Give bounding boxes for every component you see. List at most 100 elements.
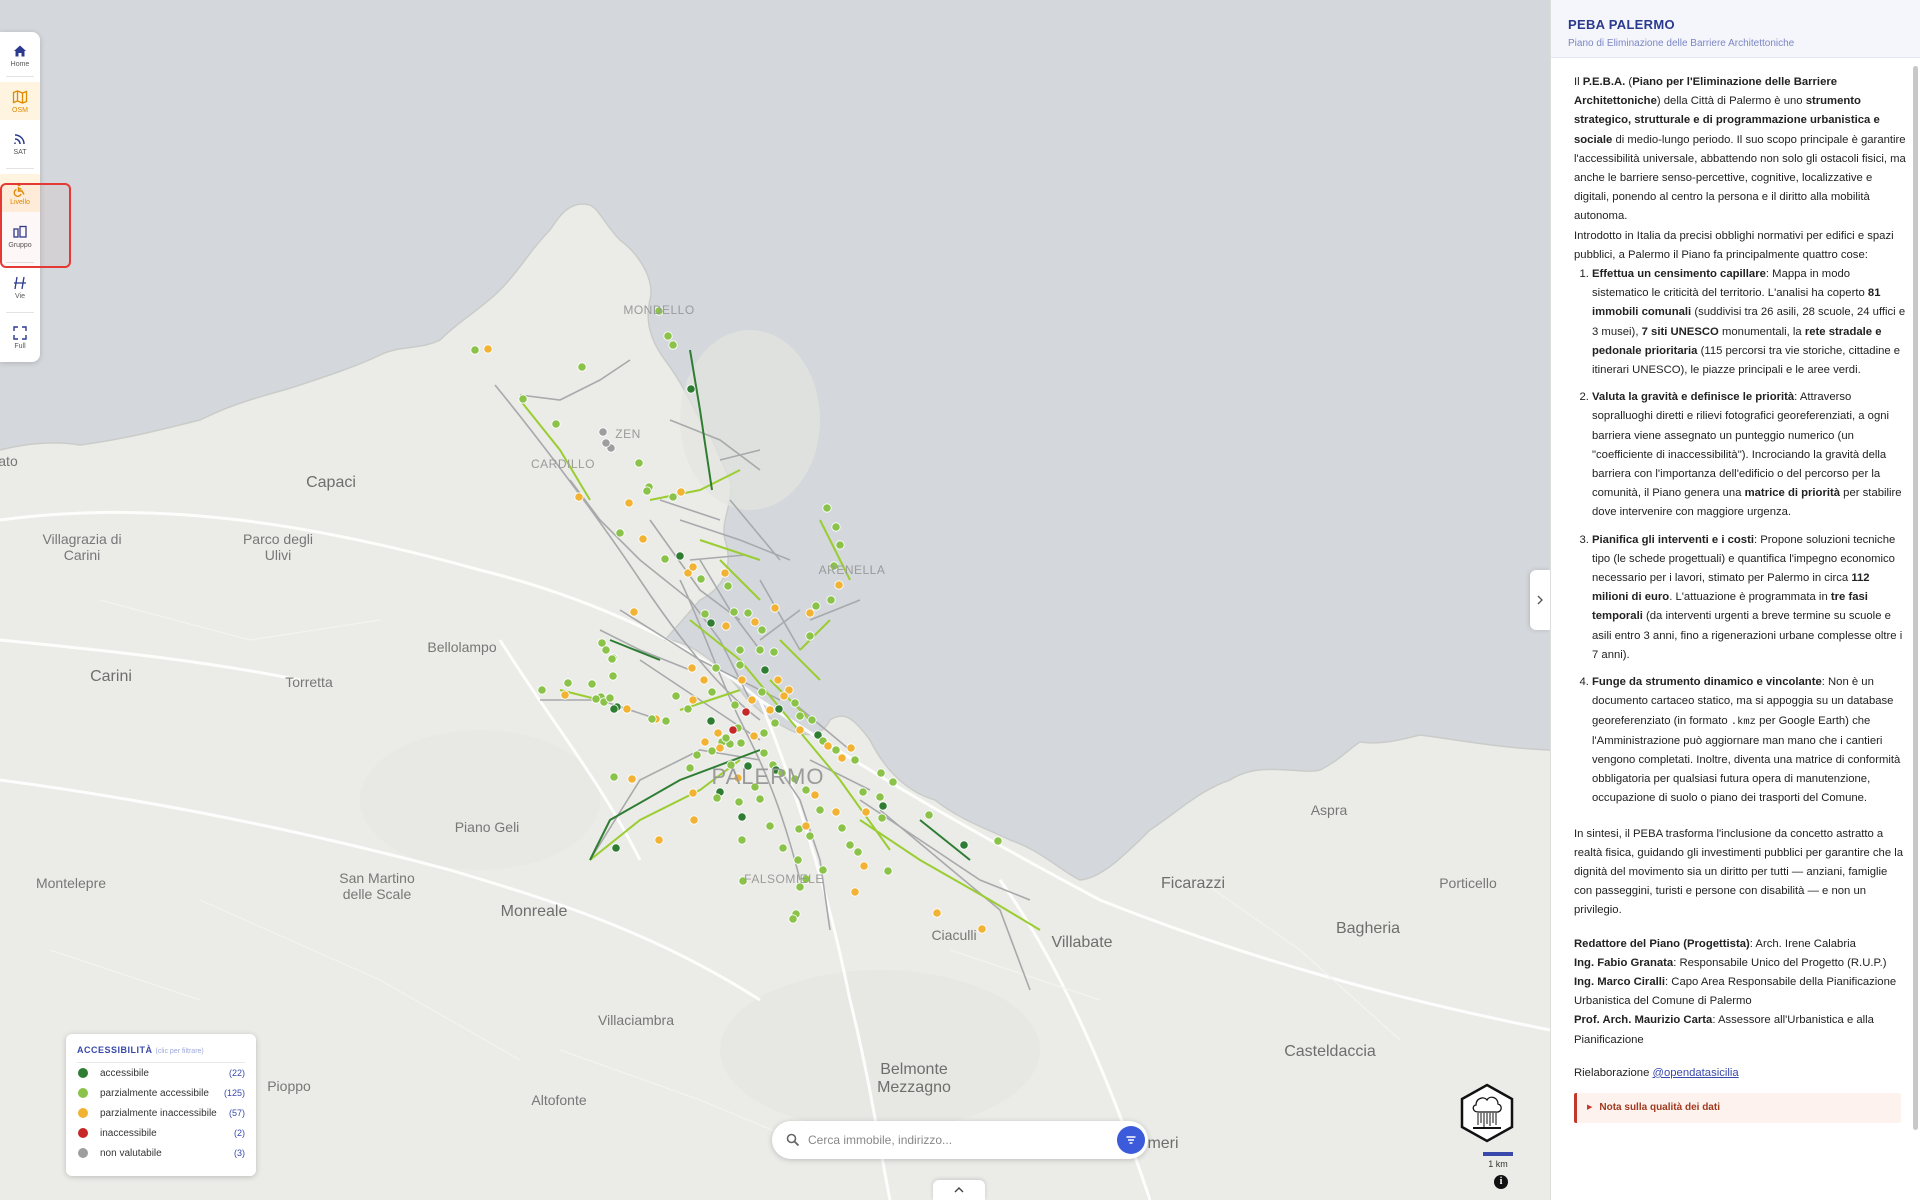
panel-scrollbar[interactable] bbox=[1913, 66, 1918, 1130]
map-point-marker[interactable] bbox=[878, 801, 888, 811]
map-point-marker[interactable] bbox=[760, 665, 770, 675]
map-point-marker[interactable] bbox=[755, 794, 765, 804]
map-point-marker[interactable] bbox=[831, 522, 841, 532]
map-point-marker[interactable] bbox=[837, 823, 847, 833]
map-point-marker[interactable] bbox=[730, 700, 740, 710]
map-point-marker[interactable] bbox=[683, 704, 693, 714]
map-point-marker[interactable] bbox=[805, 831, 815, 841]
map-point-marker[interactable] bbox=[876, 768, 886, 778]
map-point-marker[interactable] bbox=[831, 807, 841, 817]
vie-button[interactable]: Vie bbox=[0, 268, 40, 306]
map-point-marker[interactable] bbox=[765, 821, 775, 831]
map-point-marker[interactable] bbox=[660, 554, 670, 564]
map-point-marker[interactable] bbox=[774, 704, 784, 714]
map-point-marker[interactable] bbox=[686, 384, 696, 394]
map-point-marker[interactable] bbox=[611, 843, 621, 853]
map-point-marker[interactable] bbox=[831, 745, 841, 755]
map-point-marker[interactable] bbox=[750, 617, 760, 627]
map-point-marker[interactable] bbox=[720, 568, 730, 578]
map-point-marker[interactable] bbox=[483, 344, 493, 354]
map-point-marker[interactable] bbox=[846, 743, 856, 753]
map-point-marker[interactable] bbox=[737, 675, 747, 685]
map-point-marker[interactable] bbox=[700, 609, 710, 619]
map-point-marker[interactable] bbox=[692, 750, 702, 760]
map-point-marker[interactable] bbox=[601, 438, 611, 448]
map-point-marker[interactable] bbox=[770, 603, 780, 613]
map-point-marker[interactable] bbox=[687, 663, 697, 673]
map-point-marker[interactable] bbox=[622, 704, 632, 714]
map-point-marker[interactable] bbox=[837, 753, 847, 763]
map-point-marker[interactable] bbox=[795, 725, 805, 735]
map-point-marker[interactable] bbox=[591, 694, 601, 704]
map-point-marker[interactable] bbox=[883, 866, 893, 876]
map-point-marker[interactable] bbox=[615, 528, 625, 538]
map-point-marker[interactable] bbox=[707, 687, 717, 697]
livello-button[interactable]: Livello bbox=[0, 174, 40, 212]
map-point-marker[interactable] bbox=[729, 607, 739, 617]
map-point-marker[interactable] bbox=[688, 695, 698, 705]
map-point-marker[interactable] bbox=[993, 836, 1003, 846]
map-point-marker[interactable] bbox=[551, 419, 561, 429]
map-point-marker[interactable] bbox=[924, 810, 934, 820]
map-point-marker[interactable] bbox=[609, 772, 619, 782]
legend-item-accessibile[interactable]: accessibile (22) bbox=[77, 1063, 245, 1083]
map-point-marker[interactable] bbox=[779, 691, 789, 701]
map-point-marker[interactable] bbox=[737, 812, 747, 822]
filter-button[interactable] bbox=[1117, 1126, 1145, 1154]
map-point-marker[interactable] bbox=[736, 738, 746, 748]
map-point-marker[interactable] bbox=[654, 835, 664, 845]
map-point-marker[interactable] bbox=[728, 725, 738, 735]
map-point-marker[interactable] bbox=[822, 503, 832, 513]
search-input[interactable] bbox=[808, 1133, 1108, 1147]
legend-item-inaccessibile[interactable]: inaccessibile (2) bbox=[77, 1123, 245, 1143]
map-point-marker[interactable] bbox=[749, 731, 759, 741]
map-point-marker[interactable] bbox=[810, 790, 820, 800]
map-point-marker[interactable] bbox=[624, 498, 634, 508]
map-point-marker[interactable] bbox=[757, 687, 767, 697]
map-point-marker[interactable] bbox=[634, 458, 644, 468]
map-point-marker[interactable] bbox=[877, 813, 887, 823]
map-point-marker[interactable] bbox=[845, 840, 855, 850]
map-point-marker[interactable] bbox=[861, 807, 871, 817]
map-point-marker[interactable] bbox=[706, 618, 716, 628]
osm-button[interactable]: OSM bbox=[0, 82, 40, 120]
map-point-marker[interactable] bbox=[755, 645, 765, 655]
map-point-marker[interactable] bbox=[605, 693, 615, 703]
map-point-marker[interactable] bbox=[759, 728, 769, 738]
map-point-marker[interactable] bbox=[850, 755, 860, 765]
map-point-marker[interactable] bbox=[853, 847, 863, 857]
map-point-marker[interactable] bbox=[688, 562, 698, 572]
map-point-marker[interactable] bbox=[743, 608, 753, 618]
map-point-marker[interactable] bbox=[977, 924, 987, 934]
map-point-marker[interactable] bbox=[737, 835, 747, 845]
map-point-marker[interactable] bbox=[518, 394, 528, 404]
map-point-marker[interactable] bbox=[741, 707, 751, 717]
map-point-marker[interactable] bbox=[835, 540, 845, 550]
map-point-marker[interactable] bbox=[770, 718, 780, 728]
map-point-marker[interactable] bbox=[747, 695, 757, 705]
map-point-marker[interactable] bbox=[607, 654, 617, 664]
map-point-marker[interactable] bbox=[723, 581, 733, 591]
map-point-marker[interactable] bbox=[735, 660, 745, 670]
map-point-marker[interactable] bbox=[757, 625, 767, 635]
map-point-marker[interactable] bbox=[470, 345, 480, 355]
map-point-marker[interactable] bbox=[734, 797, 744, 807]
map-point-marker[interactable] bbox=[859, 861, 869, 871]
map-point-marker[interactable] bbox=[699, 675, 709, 685]
map-point-marker[interactable] bbox=[663, 331, 673, 341]
map-point-marker[interactable] bbox=[805, 631, 815, 641]
panel-collapse-toggle[interactable] bbox=[1530, 570, 1550, 630]
map-point-marker[interactable] bbox=[675, 551, 685, 561]
map-point-marker[interactable] bbox=[826, 595, 836, 605]
map-point-marker[interactable] bbox=[712, 793, 722, 803]
map-point-marker[interactable] bbox=[668, 340, 678, 350]
map-point-marker[interactable] bbox=[706, 716, 716, 726]
map-point-marker[interactable] bbox=[668, 492, 678, 502]
map-point-marker[interactable] bbox=[608, 671, 618, 681]
sat-button[interactable]: SAT bbox=[0, 124, 40, 162]
map-point-marker[interactable] bbox=[805, 608, 815, 618]
map-point-marker[interactable] bbox=[721, 733, 731, 743]
map-point-marker[interactable] bbox=[661, 716, 671, 726]
map-point-marker[interactable] bbox=[577, 362, 587, 372]
map-point-marker[interactable] bbox=[721, 621, 731, 631]
